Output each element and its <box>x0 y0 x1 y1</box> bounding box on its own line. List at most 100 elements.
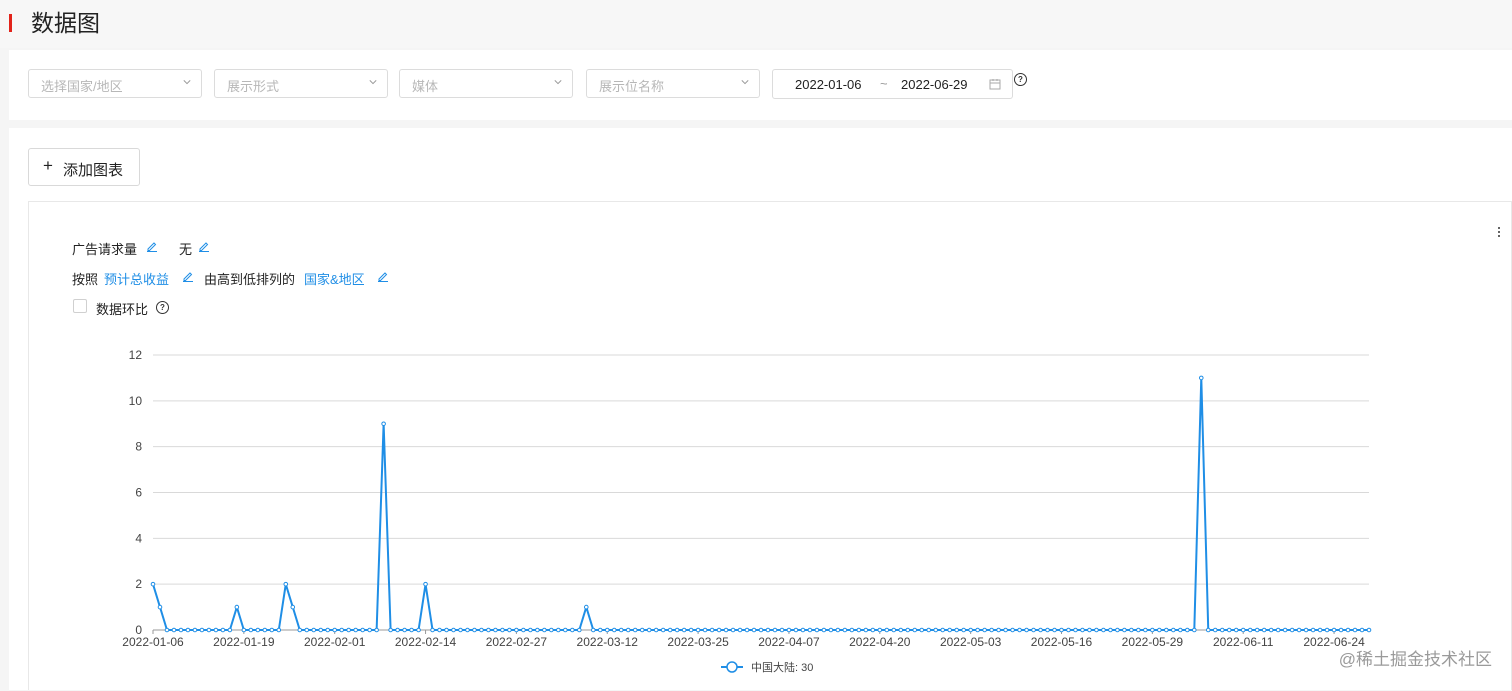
data-point <box>632 627 638 633</box>
chart-card: 广告请求量 无 按照 预计总收益 由高到低排列的 国家&地区 数据环比 ? 02… <box>28 201 1512 690</box>
y-tick-label: 12 <box>129 348 143 362</box>
legend-label: 中国大陆: 30 <box>751 660 813 674</box>
data-point <box>213 627 219 633</box>
media-select[interactable]: 媒体 <box>399 69 573 98</box>
data-point <box>465 627 470 633</box>
data-point <box>751 627 757 633</box>
data-point <box>1282 627 1288 633</box>
data-point <box>262 627 268 633</box>
data-point <box>1296 627 1302 633</box>
data-point <box>304 627 310 633</box>
start-date[interactable]: 2022-01-06 <box>795 77 862 92</box>
data-point <box>919 627 925 633</box>
data-point <box>982 627 987 633</box>
data-point <box>989 627 994 633</box>
data-point <box>1219 627 1225 633</box>
data-point <box>409 627 414 633</box>
data-point <box>164 627 170 633</box>
data-point <box>674 627 680 633</box>
data-point <box>1240 627 1246 633</box>
placement-name-select[interactable]: 展示位名称 <box>586 69 760 98</box>
x-tick-label: 2022-06-11 <box>1213 635 1274 649</box>
y-tick-label: 8 <box>135 440 142 454</box>
display-format-select[interactable]: 展示形式 <box>214 69 388 98</box>
date-separator: ~ <box>880 76 888 91</box>
chevron-down-icon <box>369 80 377 85</box>
data-point <box>961 627 966 633</box>
data-point <box>367 627 372 633</box>
data-point <box>283 581 289 587</box>
data-point <box>381 421 386 427</box>
data-point <box>856 627 862 633</box>
data-point <box>625 627 631 633</box>
data-point <box>821 627 827 633</box>
data-point <box>423 581 428 587</box>
data-point <box>1366 627 1372 633</box>
data-point <box>779 627 785 633</box>
data-point <box>730 627 736 633</box>
filter-panel: 选择国家/地区 展示形式 媒体 展示位名称 2022-01-06 ~ 2022-… <box>9 50 1512 120</box>
data-point <box>814 627 820 633</box>
data-point <box>171 627 177 633</box>
data-point <box>786 627 792 633</box>
data-point <box>1122 627 1127 633</box>
data-point <box>667 627 673 633</box>
data-point <box>1059 627 1064 633</box>
data-point <box>535 627 540 633</box>
data-point <box>688 627 694 633</box>
data-point <box>514 627 519 633</box>
data-point <box>1066 627 1071 633</box>
data-point <box>486 627 491 633</box>
data-point <box>150 581 156 587</box>
data-point <box>1017 627 1022 633</box>
data-point <box>968 627 973 633</box>
date-range-picker[interactable]: 2022-01-06 ~ 2022-06-29 <box>772 69 1013 99</box>
country-select[interactable]: 选择国家/地区 <box>28 69 202 98</box>
x-tick-label: 2022-04-20 <box>849 635 911 649</box>
watermark: @稀土掘金技术社区 <box>1338 650 1492 669</box>
x-tick-label: 2022-05-03 <box>940 635 1002 649</box>
data-point <box>646 627 652 633</box>
data-point <box>709 627 715 633</box>
data-point <box>912 627 918 633</box>
data-point <box>611 627 617 633</box>
data-point <box>521 627 526 633</box>
x-tick-label: 2022-02-14 <box>395 635 457 649</box>
data-point <box>583 604 589 610</box>
data-point <box>241 627 247 633</box>
add-chart-button[interactable]: + 添加图表 <box>28 148 140 186</box>
data-point <box>1101 627 1106 633</box>
data-point <box>870 627 876 633</box>
data-point <box>549 627 554 633</box>
data-point <box>353 627 358 633</box>
x-tick-label: 2022-03-25 <box>667 635 729 649</box>
data-point <box>1317 627 1323 633</box>
data-point <box>1275 627 1281 633</box>
data-point <box>437 627 442 633</box>
data-point <box>639 627 645 633</box>
data-point <box>772 627 778 633</box>
y-tick-label: 6 <box>135 486 142 500</box>
data-point <box>1212 627 1218 633</box>
data-point <box>479 627 484 633</box>
data-point <box>1108 627 1113 633</box>
data-point <box>737 627 743 633</box>
data-point <box>1080 627 1085 633</box>
data-point <box>1331 627 1337 633</box>
chevron-down-icon <box>183 80 191 85</box>
data-point <box>660 627 666 633</box>
end-date[interactable]: 2022-06-29 <box>901 77 968 92</box>
data-point <box>234 604 240 610</box>
data-point <box>416 627 421 633</box>
data-point <box>556 627 561 633</box>
x-tick-label: 2022-04-07 <box>758 635 820 649</box>
data-point <box>1164 627 1169 633</box>
data-point <box>1205 627 1211 633</box>
data-point <box>199 627 205 633</box>
help-icon[interactable]: ? <box>1014 73 1027 86</box>
data-point <box>758 627 764 633</box>
data-point <box>1352 627 1358 633</box>
data-point <box>360 627 365 633</box>
data-point <box>842 627 848 633</box>
data-point <box>458 627 463 633</box>
